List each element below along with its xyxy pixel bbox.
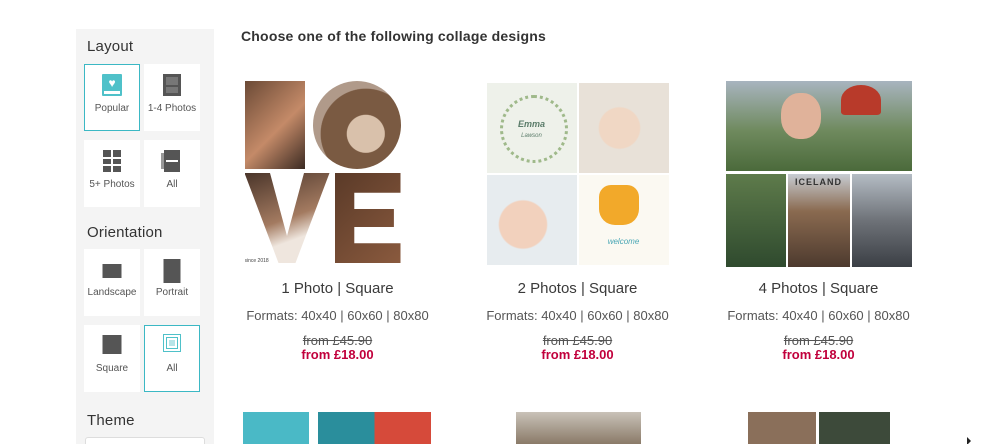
image-caption: since 2018 <box>244 258 269 264</box>
square-icon <box>102 335 122 354</box>
portrait-icon <box>163 259 181 283</box>
layout-option-label: 5+ Photos <box>89 179 135 190</box>
image-welcome-text: welcome <box>607 237 640 246</box>
filter-sidebar: Layout Popular 1-4 Photos 5+ Photos All … <box>76 29 214 444</box>
grid-photos-icon <box>103 150 121 172</box>
layout-option-label: All <box>166 179 178 190</box>
image-surname: Lawson <box>521 133 542 139</box>
photo-segment: Emma Lawson <box>486 83 577 173</box>
card-old-price: from £45.90 <box>542 333 613 348</box>
orientation-option-label: All <box>166 363 178 374</box>
photo-segment <box>312 81 401 169</box>
orientation-option-portrait[interactable]: Portrait <box>144 249 200 316</box>
card-price: from £18.00 <box>301 347 374 362</box>
layout-option-5plus-photos[interactable]: 5+ Photos <box>84 140 140 207</box>
collage-card-4-photos[interactable]: ICELAND 4 Photos | Square Formats: 40x40… <box>701 81 936 371</box>
collage-card-2-photos[interactable]: Emma Lawson welcome 2 Photos | Square For… <box>460 81 695 371</box>
collage-card-preview-peek[interactable] <box>748 412 890 444</box>
photo-segment <box>334 173 401 263</box>
layout-option-label: Popular <box>94 103 130 114</box>
card-formats: Formats: 40x40 | 60x60 | 80x80 <box>486 308 669 323</box>
layout-option-1-4-photos[interactable]: 1-4 Photos <box>144 64 200 131</box>
photo-segment <box>787 174 850 267</box>
orientation-option-landscape[interactable]: Landscape <box>84 249 140 316</box>
orientation-option-label: Portrait <box>155 287 189 298</box>
orientation-heading: Orientation <box>87 224 163 241</box>
photo-segment <box>244 81 305 169</box>
collage-preview-image: since 2018 <box>244 81 431 267</box>
collage-preview-image: Emma Lawson welcome <box>486 83 669 265</box>
few-photos-icon <box>163 74 181 96</box>
layout-option-all[interactable]: All <box>144 140 200 207</box>
all-orientations-icon <box>163 334 181 352</box>
heart-photo-icon <box>102 74 122 96</box>
collage-preview-image: ICELAND <box>725 81 912 267</box>
card-price: from £18.00 <box>541 347 614 362</box>
photo-segment: welcome <box>578 175 669 265</box>
photo-segment <box>486 175 577 265</box>
all-layouts-icon <box>161 150 180 172</box>
image-name: Emma <box>517 119 545 129</box>
card-price: from £18.00 <box>782 347 855 362</box>
page-title: Choose one of the following collage desi… <box>241 28 546 44</box>
collage-card-preview-peek[interactable] <box>516 412 641 444</box>
layout-heading: Layout <box>87 38 134 55</box>
layout-option-popular[interactable]: Popular <box>84 64 140 131</box>
card-formats: Formats: 40x40 | 60x60 | 80x80 <box>246 308 429 323</box>
card-formats: Formats: 40x40 | 60x60 | 80x80 <box>727 308 910 323</box>
card-old-price: from £45.90 <box>302 333 373 348</box>
landscape-icon <box>102 264 122 278</box>
orientation-option-label: Landscape <box>87 287 137 298</box>
theme-select[interactable] <box>85 437 205 444</box>
collage-card-preview-peek[interactable] <box>243 412 431 444</box>
card-title: 1 Photo | Square <box>281 280 394 297</box>
photo-segment <box>578 83 669 173</box>
card-title: 4 Photos | Square <box>758 280 879 297</box>
mouse-cursor-icon <box>967 437 971 444</box>
photo-segment <box>244 173 330 263</box>
collage-card-1-photo[interactable]: since 2018 1 Photo | Square Formats: 40x… <box>220 81 455 371</box>
card-title: 2 Photos | Square <box>517 280 638 297</box>
layout-option-label: 1-4 Photos <box>147 103 197 114</box>
photo-segment <box>851 174 912 267</box>
orientation-option-all[interactable]: All <box>144 325 200 392</box>
theme-heading: Theme <box>87 412 135 429</box>
card-old-price: from £45.90 <box>783 333 854 348</box>
image-label: ICELAND <box>795 177 842 187</box>
orientation-option-label: Square <box>95 363 129 374</box>
orientation-option-square[interactable]: Square <box>84 325 140 392</box>
photo-segment <box>725 81 912 171</box>
photo-segment <box>725 174 786 267</box>
image-name-text: Emma Lawson <box>487 119 577 139</box>
